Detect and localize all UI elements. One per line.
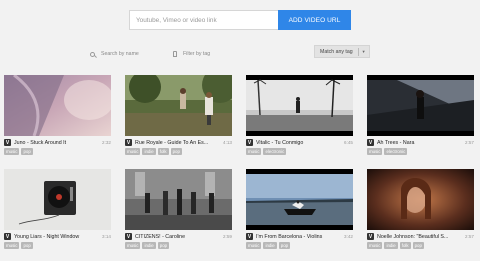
search-by-name-filter bbox=[90, 47, 166, 61]
video-duration: 2:59 bbox=[223, 234, 232, 239]
video-tag[interactable]: indie bbox=[142, 242, 156, 249]
video-title[interactable]: Young Liars - Night Window bbox=[14, 234, 100, 240]
search-by-name-input[interactable] bbox=[101, 51, 166, 57]
filter-by-tag-filter bbox=[173, 47, 303, 61]
vimeo-icon: V bbox=[367, 139, 374, 146]
vimeo-icon: V bbox=[246, 233, 253, 240]
video-tag[interactable]: music bbox=[125, 148, 141, 155]
match-mode-label: Match any tag bbox=[320, 48, 353, 55]
video-duration: 2:57 bbox=[465, 140, 474, 145]
search-icon bbox=[90, 51, 95, 57]
video-duration: 3:14 bbox=[102, 234, 111, 239]
filter-bar bbox=[0, 47, 480, 61]
video-thumbnail[interactable] bbox=[367, 75, 474, 136]
video-tag[interactable]: music bbox=[367, 148, 383, 155]
filter-by-tag-input[interactable] bbox=[183, 51, 303, 57]
video-tag[interactable]: electronic bbox=[263, 148, 287, 155]
video-tag[interactable]: folk bbox=[399, 242, 411, 249]
video-thumbnail[interactable] bbox=[125, 169, 232, 230]
vimeo-icon: V bbox=[246, 139, 253, 146]
video-title[interactable]: I'm From Barcelona - Violins bbox=[256, 234, 342, 240]
match-mode-select[interactable]: Match any tag ▼ bbox=[314, 45, 370, 58]
video-tag[interactable]: music bbox=[246, 242, 262, 249]
add-video-url-button[interactable]: ADD VIDEO URL bbox=[278, 10, 351, 30]
video-tag[interactable]: folk bbox=[157, 148, 169, 155]
video-tag[interactable]: indie bbox=[384, 242, 398, 249]
video-card[interactable]: V Noelle Johnson: "Beautiful S... 2:57 m… bbox=[367, 169, 474, 255]
video-tag[interactable]: electronic bbox=[384, 148, 408, 155]
video-tag[interactable]: music bbox=[4, 148, 20, 155]
video-card[interactable]: V Juno - Stuck Around It 2:32 music pop bbox=[4, 75, 111, 161]
video-title[interactable]: Rue Royale - Guide To An Es... bbox=[135, 140, 221, 146]
video-card[interactable]: V Vitalic - Tu Conmigo 6:45 music electr… bbox=[246, 75, 353, 161]
video-tag[interactable]: music bbox=[4, 242, 20, 249]
video-card[interactable]: V Rue Royale - Guide To An Es... 4:13 mu… bbox=[125, 75, 232, 161]
video-duration: 2:57 bbox=[465, 234, 474, 239]
video-card[interactable]: V Young Liars - Night Window 3:14 music … bbox=[4, 169, 111, 255]
video-thumbnail[interactable] bbox=[367, 169, 474, 230]
video-duration: 2:32 bbox=[102, 140, 111, 145]
vimeo-icon: V bbox=[125, 139, 132, 146]
video-tag[interactable]: pop bbox=[157, 242, 170, 249]
video-thumbnail[interactable] bbox=[4, 75, 111, 136]
select-divider bbox=[357, 47, 359, 56]
vimeo-icon: V bbox=[125, 233, 132, 240]
video-tag[interactable]: indie bbox=[263, 242, 277, 249]
add-video-bar: ADD VIDEO URL bbox=[129, 10, 351, 30]
chevron-down-icon: ▼ bbox=[361, 49, 366, 54]
video-thumbnail[interactable] bbox=[4, 169, 111, 230]
video-card[interactable]: V CITIZENS! - Caroline 2:59 music indie … bbox=[125, 169, 232, 255]
video-title[interactable]: Noelle Johnson: "Beautiful S... bbox=[377, 234, 463, 240]
vimeo-icon: V bbox=[367, 233, 374, 240]
video-thumbnail[interactable] bbox=[125, 75, 232, 136]
video-duration: 3:42 bbox=[344, 234, 353, 239]
vimeo-icon: V bbox=[4, 139, 11, 146]
video-tag[interactable]: music bbox=[367, 242, 383, 249]
video-url-input[interactable] bbox=[129, 10, 278, 30]
video-title[interactable]: CITIZENS! - Caroline bbox=[135, 234, 221, 240]
video-thumbnail[interactable] bbox=[246, 75, 353, 136]
tag-icon bbox=[173, 51, 177, 57]
video-tag[interactable]: music bbox=[246, 148, 262, 155]
video-tag[interactable]: pop bbox=[21, 242, 33, 249]
vimeo-icon: V bbox=[4, 233, 11, 240]
video-duration: 6:45 bbox=[344, 140, 353, 145]
video-tag[interactable]: pop bbox=[278, 242, 291, 249]
video-tag[interactable]: indie bbox=[142, 148, 156, 155]
video-card[interactable]: V I'm From Barcelona - Violins 3:42 musi… bbox=[246, 169, 353, 255]
video-tag[interactable]: pop bbox=[21, 148, 33, 155]
video-title[interactable]: Juno - Stuck Around It bbox=[14, 140, 100, 146]
video-tag[interactable]: music bbox=[125, 242, 141, 249]
video-card[interactable]: V Ah Trees - Nara 2:57 music electronic bbox=[367, 75, 474, 161]
video-tag[interactable]: pop bbox=[412, 242, 424, 249]
video-title[interactable]: Vitalic - Tu Conmigo bbox=[256, 140, 342, 146]
video-title[interactable]: Ah Trees - Nara bbox=[377, 140, 463, 146]
video-thumbnail[interactable] bbox=[246, 169, 353, 230]
video-tag[interactable]: pop bbox=[170, 148, 182, 155]
video-duration: 4:13 bbox=[223, 140, 232, 145]
